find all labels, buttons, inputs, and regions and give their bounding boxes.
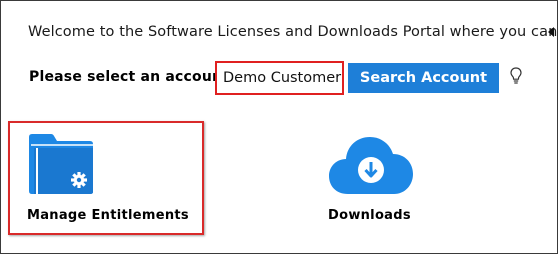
- folder-gear-icon[interactable]: [27, 133, 95, 195]
- welcome-message: Welcome to the Software Licenses and Dow…: [28, 24, 558, 40]
- downloads-label[interactable]: Downloads: [328, 208, 411, 223]
- lightbulb-icon[interactable]: [510, 67, 522, 85]
- scroll-left-arrow-icon[interactable]: [548, 27, 554, 37]
- account-input[interactable]: [215, 61, 344, 95]
- search-account-button[interactable]: Search Account: [348, 63, 499, 93]
- account-select-label: Please select an account:: [29, 69, 235, 85]
- manage-entitlements-label[interactable]: Manage Entitlements: [27, 208, 189, 223]
- cloud-download-icon[interactable]: [328, 134, 414, 196]
